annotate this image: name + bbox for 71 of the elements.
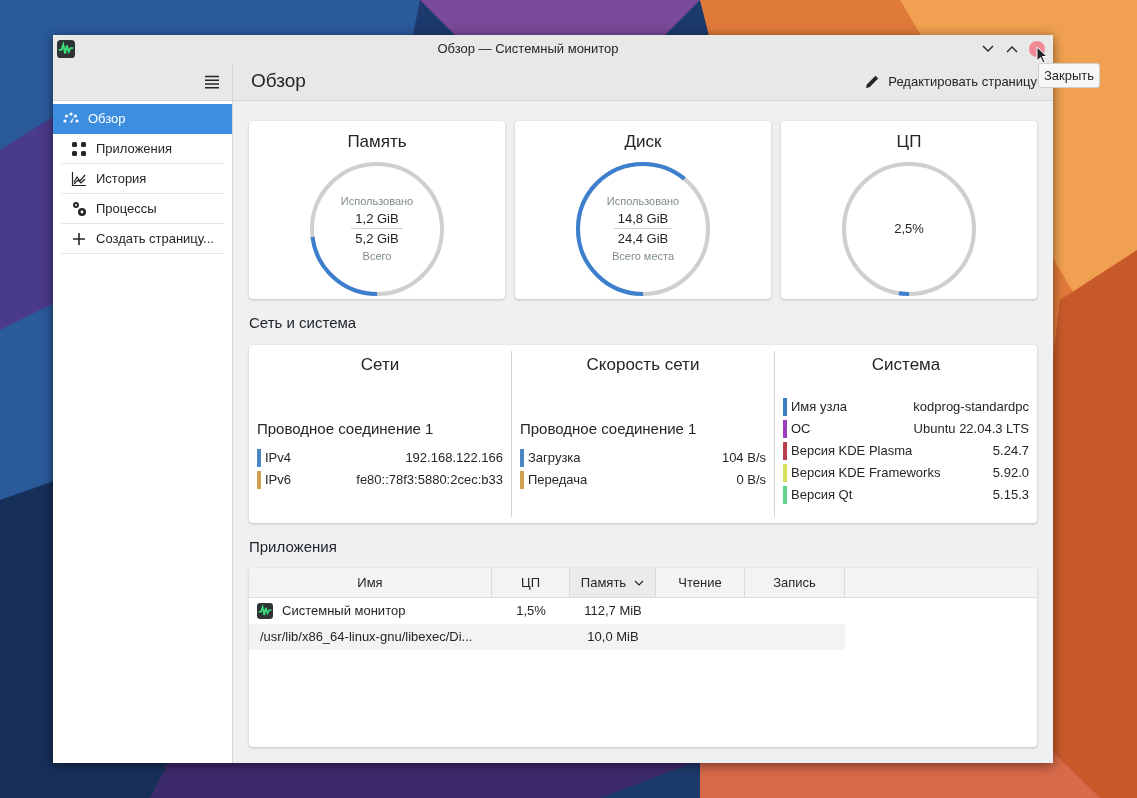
table-cell-text: 112,7 MiB — [584, 602, 642, 621]
gauge-label: Использовано — [606, 193, 680, 209]
connection-name: Проводное соединение 1 — [257, 419, 435, 439]
table-row[interactable]: /usr/lib/x86_64-linux-gnu/libexec/Di... 10,0 MiB — [249, 624, 845, 650]
info-value: 5.15.3 — [992, 486, 1029, 505]
tooltip: Закрыть — [1038, 63, 1101, 88]
grid-icon — [71, 140, 87, 157]
waveform-icon — [257, 603, 273, 619]
info-value: Ubuntu 22.04.3 LTS — [913, 420, 1029, 439]
info-label: Передача — [528, 470, 588, 489]
info-label: IPv6 — [265, 470, 291, 489]
sidebar-label: История — [96, 169, 147, 188]
column-title: Скорость сети — [585, 353, 701, 376]
edit-page-button[interactable]: Редактировать страницу — [865, 71, 1037, 92]
sidebar-label: Создать страницу... — [96, 229, 214, 248]
gauge-value: 1,2 GiB — [351, 209, 403, 229]
gauge-label: Всего места — [611, 249, 675, 264]
info-value: fe80::78f3:5880:2cec:b33 — [356, 470, 503, 489]
info-value: 5.24.7 — [992, 442, 1029, 461]
cursor-icon — [1036, 46, 1048, 64]
menu-icon[interactable] — [204, 74, 220, 89]
window-title: Обзор — Системный монитор — [436, 40, 620, 59]
column-header[interactable]: Чтение — [656, 568, 745, 597]
sidebar-item[interactable]: Приложения — [61, 134, 224, 164]
page-title: Обзор — [251, 69, 306, 94]
info-label: Загрузка — [528, 448, 581, 467]
pencil-icon — [865, 74, 881, 89]
table-cell-text: 1,5% — [516, 602, 546, 621]
card-title: Память — [347, 131, 407, 153]
info-label: Имя узла — [791, 398, 848, 417]
gauge-value: 14,8 GiB — [613, 209, 673, 229]
waveform-icon — [57, 40, 75, 58]
chart-icon — [71, 170, 87, 187]
plus-icon — [72, 231, 86, 246]
sidebar-label: Процессы — [96, 199, 157, 218]
info-label: Версия Qt — [791, 486, 853, 505]
connection-name: Проводное соединение 1 — [520, 419, 698, 439]
chevron-down-icon — [634, 579, 645, 586]
column-header[interactable]: Память — [570, 568, 656, 597]
card-title: ЦП — [896, 131, 922, 153]
info-label: IPv4 — [265, 448, 291, 467]
info-value: kodprog-standardpc — [913, 398, 1029, 417]
column-header[interactable]: Запись — [745, 568, 845, 597]
card-title: Диск — [624, 131, 662, 153]
table-row[interactable]: Системный монитор 1,5% 112,7 MiB — [249, 598, 845, 624]
gears-icon — [71, 200, 87, 217]
table-cell-text: Системный монитор — [282, 602, 406, 621]
section-heading: Приложения — [249, 536, 338, 557]
gauge-label: Использовано — [340, 193, 414, 209]
info-value: 192.168.122.166 — [405, 448, 503, 467]
info-label: Версия KDE Frameworks — [791, 464, 941, 483]
table-cell-text: /usr/lib/x86_64-linux-gnu/libexec/Di... — [259, 628, 473, 647]
column-title: Система — [870, 353, 942, 376]
sidebar-label: Приложения — [96, 139, 173, 158]
gauge-value: 24,4 GiB — [617, 230, 669, 248]
column-header[interactable]: Имя — [249, 568, 492, 597]
gauge-value: 2,5% — [894, 219, 924, 238]
sidebar-item[interactable]: Процессы — [61, 194, 224, 224]
info-label: Версия KDE Plasma — [791, 442, 913, 461]
gauge-label: Всего — [362, 249, 392, 264]
info-value: 5.92.0 — [992, 464, 1029, 483]
sidebar-item[interactable]: История — [61, 164, 224, 194]
sidebar-label: Обзор — [88, 110, 126, 129]
sidebar-item[interactable]: Создать страницу... — [61, 224, 224, 254]
gauge-value: 5,2 GiB — [355, 230, 399, 248]
section-heading: Сеть и система — [249, 313, 358, 333]
info-value: 0 B/s — [736, 470, 766, 489]
info-label: ОС — [791, 420, 811, 439]
info-value: 104 B/s — [721, 448, 766, 467]
column-title: Сети — [359, 353, 401, 376]
table-cell-text: 10,0 MiB — [587, 628, 639, 647]
